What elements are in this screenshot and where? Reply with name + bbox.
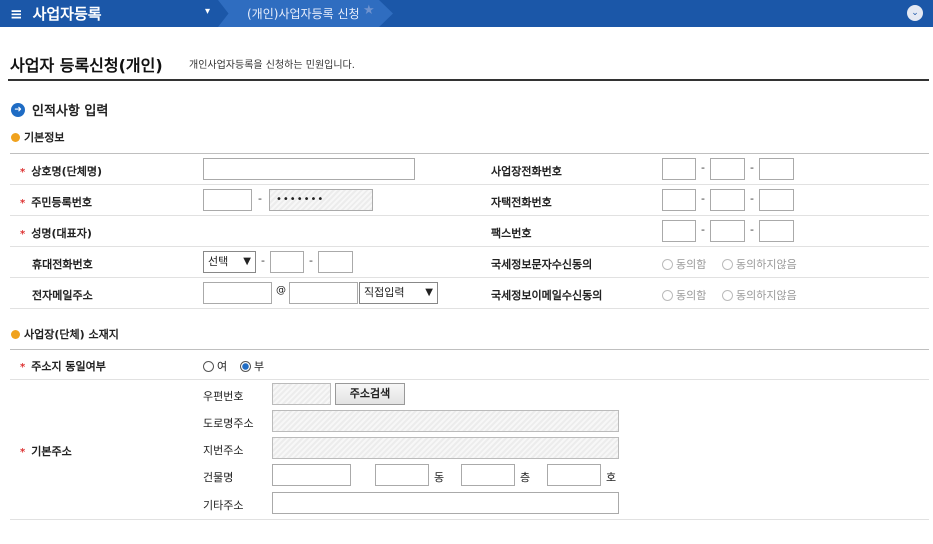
biz-phone-2-input[interactable]	[710, 158, 745, 180]
radio-icon	[662, 289, 673, 301]
label-base-addr: * 기본주소	[20, 445, 72, 458]
email-at: @	[276, 285, 286, 296]
form-row	[10, 350, 929, 380]
mobile-prefix-select[interactable]: 선택 ▼	[203, 251, 256, 273]
label-home-phone: 자택전화번호	[491, 196, 552, 209]
radio-selected-icon	[240, 360, 251, 372]
star-icon[interactable]: ★	[363, 3, 375, 18]
label-email: 전자메일주소	[32, 289, 93, 302]
dash: -	[750, 161, 754, 174]
bullet-icon	[11, 329, 20, 339]
other-address-input[interactable]	[272, 492, 619, 514]
label-lot-addr: 지번주소	[203, 444, 244, 457]
home-phone-2-input[interactable]	[710, 189, 745, 211]
fax-3-input[interactable]	[759, 220, 794, 242]
breadcrumb-label[interactable]: (개인)사업자등록 신청	[247, 5, 360, 22]
label-same-addr: * 주소지 동일여부	[20, 360, 106, 373]
label-floor: 층	[520, 471, 531, 484]
main-menu[interactable]: ≡ 사업자등록	[10, 3, 102, 24]
dash: -	[261, 254, 265, 267]
page-title: 사업자 등록신청(개인)	[10, 56, 163, 75]
subsection-business-location: 사업장(단체) 소재지	[11, 326, 119, 342]
fax-1-input[interactable]	[662, 220, 696, 242]
radio-icon	[722, 289, 733, 301]
sms-consent-agree-radio[interactable]: 동의함	[662, 256, 706, 272]
email-consent-disagree-radio[interactable]: 동의하지않음	[722, 287, 797, 303]
floor-input[interactable]	[461, 464, 515, 486]
email-domain-input[interactable]	[289, 282, 358, 304]
home-phone-1-input[interactable]	[662, 189, 696, 211]
label-other-addr: 기타주소	[203, 499, 244, 512]
hamburger-icon[interactable]: ≡	[10, 5, 23, 23]
dash: -	[750, 223, 754, 236]
dash: -	[701, 161, 705, 174]
mobile-3-input[interactable]	[318, 251, 353, 273]
dash: -	[309, 254, 313, 267]
home-phone-3-input[interactable]	[759, 189, 794, 211]
same-addr-yes-radio[interactable]: 여	[203, 358, 227, 374]
label-road-addr: 도로명주소	[203, 417, 254, 430]
label-biz-phone: 사업장전화번호	[491, 165, 562, 178]
label-mobile: 휴대전화번호	[32, 258, 93, 271]
dong-input[interactable]	[375, 464, 429, 486]
same-addr-no-radio[interactable]: 부	[240, 358, 264, 374]
resident-no-back-input[interactable]: •••••••	[269, 189, 373, 211]
fax-2-input[interactable]	[710, 220, 745, 242]
section-heading-personal: ➜ 인적사항 입력	[11, 100, 108, 119]
radio-icon	[662, 258, 673, 270]
menu-label: 사업자등록	[32, 5, 102, 23]
resident-no-front-input[interactable]	[203, 189, 252, 211]
road-address-input[interactable]	[272, 410, 619, 432]
lot-address-input[interactable]	[272, 437, 619, 459]
postal-code-input[interactable]	[272, 383, 331, 405]
title-divider	[8, 79, 929, 81]
biz-phone-3-input[interactable]	[759, 158, 794, 180]
bullet-icon	[11, 132, 20, 142]
label-company-name: * 상호명(단체명)	[20, 165, 103, 178]
label-fax: 팩스번호	[491, 227, 532, 240]
email-id-input[interactable]	[203, 282, 272, 304]
chevron-down-icon[interactable]: ▾	[205, 6, 210, 17]
radio-icon	[722, 258, 733, 270]
arrow-circle-icon: ➜	[11, 102, 25, 117]
label-ho: 호	[606, 471, 617, 484]
label-resident-no: * 주민등록번호	[20, 196, 92, 209]
dash: -	[750, 192, 754, 205]
dash: -	[701, 223, 705, 236]
subsection-title: 기본정보	[24, 131, 65, 144]
label-building: 건물명	[203, 471, 234, 484]
label-dong: 동	[434, 471, 445, 484]
mobile-2-input[interactable]	[270, 251, 304, 273]
dash: -	[701, 192, 705, 205]
page-description: 개인사업자등록을 신청하는 민원입니다.	[189, 60, 355, 71]
scroll-down-icon[interactable]: ⌄	[907, 5, 923, 21]
chevron-down-icon: ▼	[243, 256, 251, 267]
label-email-consent: 국세정보이메일수신동의	[491, 289, 603, 302]
top-nav-bar: ≡ 사업자등록 ▾ (개인)사업자등록 신청 ★ ⌄	[0, 0, 933, 27]
label-rep-name: * 성명(대표자)	[20, 227, 92, 240]
label-postal: 우편번호	[203, 390, 244, 403]
company-name-input[interactable]	[203, 158, 415, 180]
biz-phone-1-input[interactable]	[662, 158, 696, 180]
address-search-button[interactable]: 주소검색	[335, 383, 405, 405]
chevron-down-icon: ▼	[425, 287, 433, 298]
label-sms-consent: 국세정보문자수신동의	[491, 258, 593, 271]
dash: -	[258, 192, 262, 205]
radio-icon	[203, 360, 214, 372]
subsection-basic-info: 기본정보	[11, 129, 64, 145]
building-name-input[interactable]	[272, 464, 351, 486]
ho-input[interactable]	[547, 464, 601, 486]
subsection-title: 사업장(단체) 소재지	[24, 328, 119, 341]
section-title: 인적사항 입력	[32, 104, 109, 119]
email-consent-agree-radio[interactable]: 동의함	[662, 287, 706, 303]
email-domain-select[interactable]: 직접입력 ▼	[359, 282, 438, 304]
sms-consent-disagree-radio[interactable]: 동의하지않음	[722, 256, 797, 272]
